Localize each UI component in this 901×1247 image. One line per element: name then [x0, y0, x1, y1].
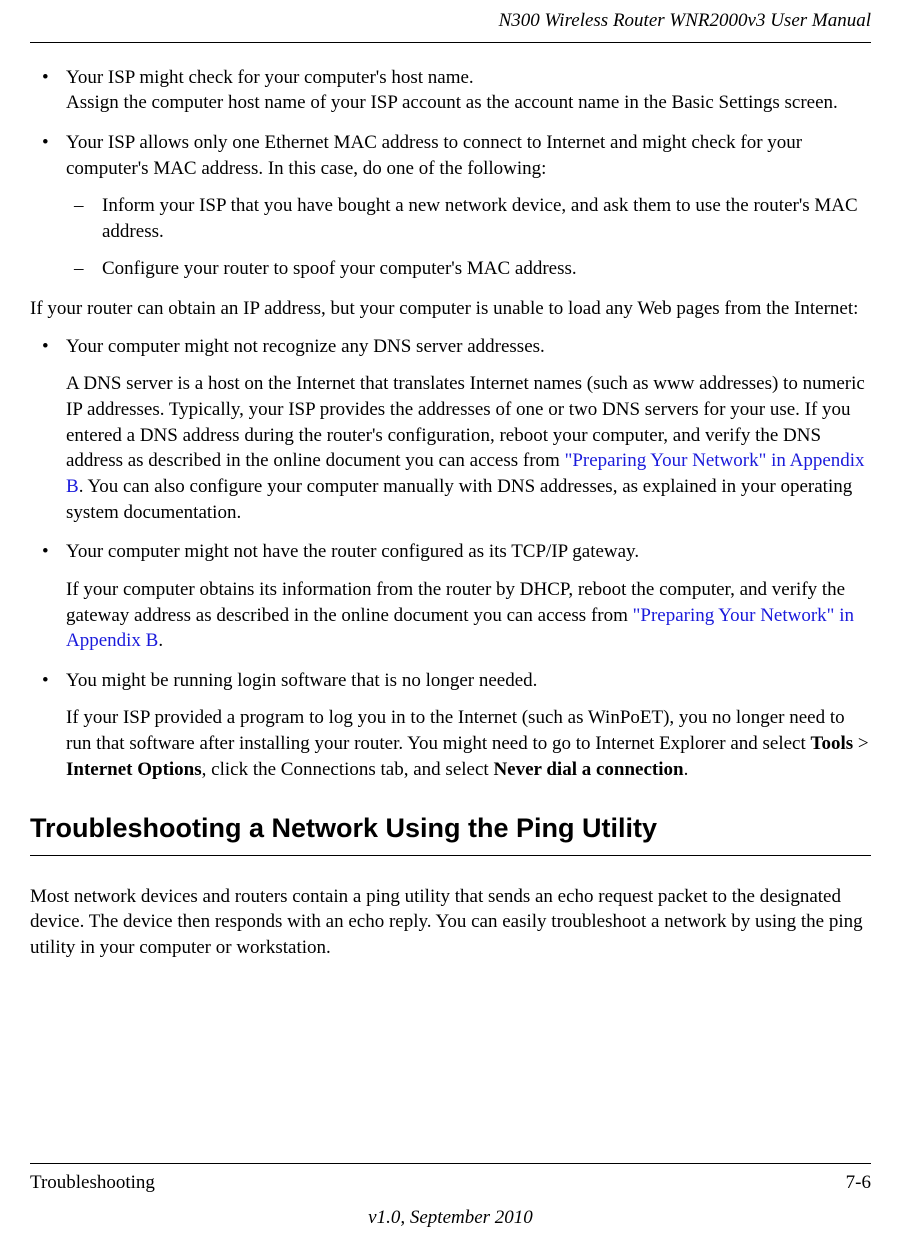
sub-list: Inform your ISP that you have bought a n… — [66, 193, 871, 282]
page-footer: Troubleshooting 7-6 v1.0, September 2010 — [30, 1163, 871, 1231]
section-heading: Troubleshooting a Network Using the Ping… — [30, 810, 871, 855]
page-number: 7-6 — [846, 1170, 871, 1196]
bullet-detail: If your computer obtains its information… — [66, 577, 871, 654]
bullet-text: Your computer might not have the router … — [66, 541, 639, 562]
paragraph: If your router can obtain an IP address,… — [30, 296, 871, 322]
bullet-list-1: Your ISP might check for your computer's… — [30, 65, 871, 282]
sub-list-item: Configure your router to spoof your comp… — [66, 256, 871, 282]
footer-version: v1.0, September 2010 — [30, 1205, 871, 1231]
bullet-list-2: Your computer might not recognize any DN… — [30, 334, 871, 783]
sub-text: Configure your router to spoof your comp… — [102, 258, 577, 279]
list-item: Your computer might not have the router … — [30, 539, 871, 654]
sub-list-item: Inform your ISP that you have bought a n… — [66, 193, 871, 244]
list-item: Your ISP allows only one Ethernet MAC ad… — [30, 130, 871, 282]
footer-section: Troubleshooting — [30, 1170, 155, 1196]
bold-text: Internet Options — [66, 759, 202, 780]
bold-text: Never dial a connection — [493, 759, 683, 780]
list-item: Your ISP might check for your computer's… — [30, 65, 871, 116]
list-item: Your computer might not recognize any DN… — [30, 334, 871, 525]
bullet-text: Your computer might not recognize any DN… — [66, 336, 545, 357]
bold-text: Tools — [811, 733, 854, 754]
page-header: N300 Wireless Router WNR2000v3 User Manu… — [30, 0, 871, 43]
sub-text: Inform your ISP that you have bought a n… — [102, 195, 858, 242]
list-item: You might be running login software that… — [30, 668, 871, 783]
bullet-extra: Assign the computer host name of your IS… — [66, 92, 838, 113]
bullet-text: You might be running login software that… — [66, 670, 537, 691]
manual-title: N300 Wireless Router WNR2000v3 User Manu… — [499, 10, 871, 31]
bullet-text: Your ISP allows only one Ethernet MAC ad… — [66, 132, 802, 179]
paragraph: Most network devices and routers contain… — [30, 884, 871, 961]
bullet-text: Your ISP might check for your computer's… — [66, 67, 474, 88]
bullet-detail: If your ISP provided a program to log yo… — [66, 705, 871, 782]
bullet-detail: A DNS server is a host on the Internet t… — [66, 371, 871, 525]
